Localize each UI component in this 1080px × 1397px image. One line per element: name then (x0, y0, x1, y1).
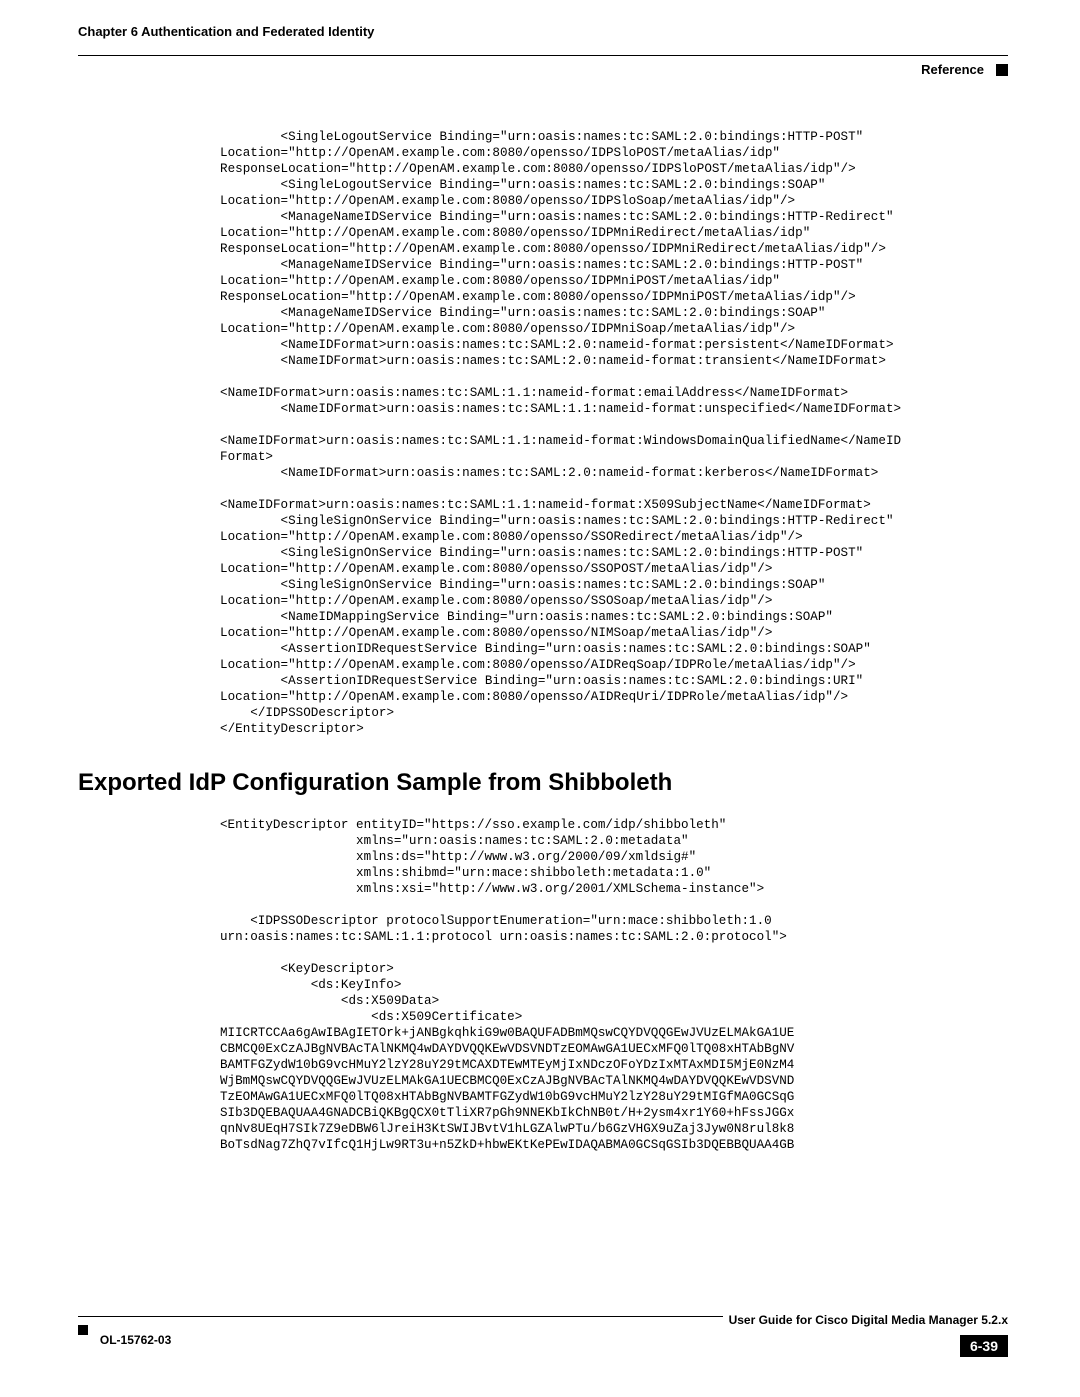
content-column: <SingleLogoutService Binding="urn:oasis:… (220, 129, 1008, 737)
footer-left: OL-15762-03 (78, 1331, 171, 1347)
page-number-badge: 6-39 (960, 1335, 1008, 1357)
reference-row: Reference (78, 56, 1008, 77)
footer-right: User Guide for Cisco Digital Media Manag… (723, 1321, 1008, 1357)
page-footer: OL-15762-03 User Guide for Cisco Digital… (78, 1316, 1008, 1357)
top-divider: Reference (78, 55, 1008, 77)
code-block-shibboleth: <EntityDescriptor entityID="https://sso.… (220, 817, 1008, 1153)
reference-marker-icon (996, 64, 1008, 76)
running-head: Chapter 6 Authentication and Federated I… (78, 24, 1008, 39)
page: Chapter 6 Authentication and Federated I… (0, 0, 1080, 1397)
footer-marker-icon (78, 1325, 88, 1335)
footer-doc-title: User Guide for Cisco Digital Media Manag… (723, 1313, 1008, 1327)
code-block-openam: <SingleLogoutService Binding="urn:oasis:… (220, 129, 1008, 737)
reference-label: Reference (921, 62, 984, 77)
doc-id: OL-15762-03 (100, 1333, 171, 1347)
content-column-2: <EntityDescriptor entityID="https://sso.… (220, 817, 1008, 1153)
section-heading-shibboleth: Exported IdP Configuration Sample from S… (78, 769, 1008, 797)
